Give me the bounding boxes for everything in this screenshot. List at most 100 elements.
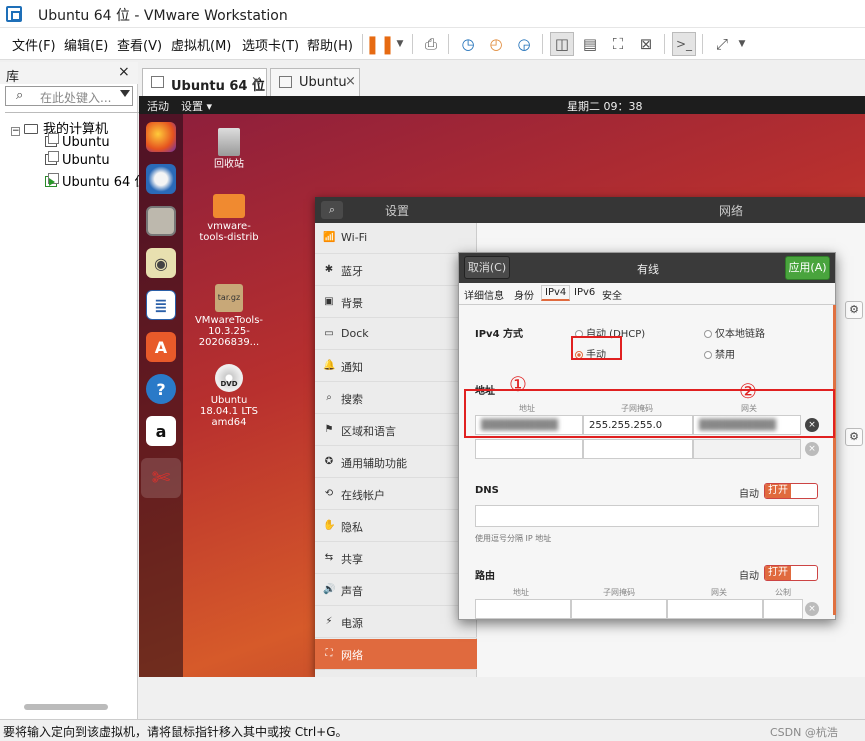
sidebar-item-share[interactable]: ⇆ 共享 [315,543,477,574]
sidebar-item-label: 通用辅助功能 [341,457,407,470]
power-icon: ⚡ [325,616,333,627]
sidebar-item-sound[interactable]: 🔊 声音 [315,575,477,606]
fullscreen-icon[interactable]: ⛶ [606,32,630,56]
vm-tab-icon [279,76,292,88]
close-icon[interactable]: × [345,74,356,89]
radio-link-local[interactable]: 仅本地链路 [704,325,765,340]
sidebar-item-bluetooth[interactable]: ✱ 蓝牙 [315,255,477,286]
thunderbird-icon[interactable] [146,164,176,194]
wifi-icon: 📶 [323,232,336,243]
sidebar-item-background[interactable]: ▣ 背景 [315,287,477,318]
gear-icon[interactable]: ⚙ [845,428,863,446]
gear-icon[interactable]: ⚙ [845,301,863,319]
revert-snapshot-icon[interactable]: ◴ [484,32,508,56]
library-view-icon[interactable]: ◫ [550,32,574,56]
route-netmask-input[interactable] [571,599,667,619]
cancel-button[interactable]: 取消(C) [464,256,510,279]
tab-identity[interactable]: 身份 [514,287,534,302]
sidebar-item-privacy[interactable]: ✋ 隐私 [315,511,477,542]
apply-button[interactable]: 应用(A) [785,256,830,280]
dns-input[interactable] [475,505,819,527]
dns-auto-toggle[interactable]: 打开 [764,483,818,499]
trash-icon [218,128,240,156]
tree-item-vm[interactable]: Ubuntu [45,151,110,168]
menu-view[interactable]: 查看(V) [117,35,162,54]
bluetooth-icon: ✱ [324,264,334,275]
desktop-dvd[interactable]: DVD Ubuntu 18.04.1 LTS amd64 [194,364,264,428]
tab-details[interactable]: 详细信息 [464,287,504,302]
horizontal-scrollbar[interactable] [24,704,108,710]
ipv4-body: IPv4 方式 自动 (DHCP) 仅本地链路 手动 禁用 地址 地址 子网掩码… [459,305,835,619]
menu-edit[interactable]: 编辑(E) [64,35,108,54]
clear-row-icon[interactable]: × [805,442,819,456]
settings-app-menu[interactable]: 设置 ▾ [181,98,212,114]
chevron-down-icon[interactable]: ▼ [388,32,412,56]
tree-item-vm-selected[interactable]: Ubuntu 64 位 [45,171,147,190]
radio-disable[interactable]: 禁用 [704,346,735,361]
sidebar-item-search[interactable]: ⌕ 搜索 [315,383,477,414]
annotation-two: ② [739,379,757,403]
console-icon[interactable]: >_ [672,32,696,56]
menu-vm[interactable]: 虚拟机(M) [171,35,231,54]
desktop-folder[interactable]: vmware-tools-distrib [194,194,264,243]
address-input-empty[interactable] [475,439,583,459]
sidebar-item-label: 电源 [341,617,363,630]
libreoffice-writer-icon[interactable]: ≣ [146,290,176,320]
sidebar-item-bell[interactable]: 🔔 通知 [315,351,477,382]
menu-file[interactable]: 文件(F) [12,35,56,54]
chevron-down-icon[interactable]: ▼ [730,32,754,56]
gateway-input-empty[interactable] [693,439,801,459]
title-bar: Ubuntu 64 位 - VMware Workstation [0,0,865,28]
tab-ubuntu-64[interactable]: Ubuntu 64 位 × [142,68,267,96]
search-icon: ⌕ [16,88,24,103]
activities-button[interactable]: 活动 [147,98,169,114]
desktop-trash[interactable]: 回收站 [194,128,264,170]
collapse-icon[interactable]: − [11,127,20,136]
snapshot-icon[interactable]: ◷ [456,32,480,56]
tab-security[interactable]: 安全 [602,287,622,302]
files-icon[interactable] [146,206,176,236]
route-metric-input[interactable] [763,599,803,619]
unity-icon[interactable]: ⊠ [634,32,658,56]
chevron-down-icon[interactable] [120,90,130,97]
clear-row-icon[interactable]: × [805,602,819,616]
dns-hint: 使用逗号分隔 IP 地址 [475,534,552,543]
tree-item-vm[interactable]: Ubuntu [45,133,110,150]
route-address-input[interactable] [475,599,571,619]
tab-ipv6[interactable]: IPv6 [574,287,595,298]
thumbnail-view-icon[interactable]: ▤ [578,32,602,56]
sidebar-item-wifi[interactable]: 📶 Wi-Fi [315,223,477,254]
netmask-input-empty[interactable] [583,439,693,459]
library-search-input[interactable]: ⌕ 在此处键入... [5,86,133,106]
close-icon[interactable]: × [251,74,262,89]
desktop-archive[interactable]: tar.gz VMwareTools-10.3.25-20206839... [194,284,264,348]
sidebar-item-label: Dock [341,327,369,340]
menu-tabs[interactable]: 选项卡(T) [242,35,299,54]
sidebar-item-power[interactable]: ⚡ 电源 [315,607,477,638]
search-icon[interactable]: ⌕ [321,201,343,219]
bell-icon: 🔔 [323,360,336,371]
snapshot-manager-icon[interactable]: ◶ [512,32,536,56]
close-icon[interactable]: × [118,64,130,80]
send-ctrl-alt-del-icon[interactable]: ⎙ [419,32,443,56]
dialog-scrollbar[interactable] [833,305,836,615]
route-gateway-input[interactable] [667,599,763,619]
clock[interactable]: 星期二 09：38 [567,98,643,114]
tab-ipv4[interactable]: IPv4 [541,285,571,301]
rhythmbox-icon[interactable]: ◉ [146,248,176,278]
sidebar-item-accessibility[interactable]: ✪ 通用辅助功能 [315,447,477,478]
sidebar-item-globe[interactable]: ⚑ 区域和语言 [315,415,477,446]
sidebar-item-network[interactable]: ⛶ 网络 [315,639,477,670]
firefox-icon[interactable] [146,122,176,152]
menu-help[interactable]: 帮助(H) [307,35,353,54]
help-icon[interactable]: ? [146,374,176,404]
settings-icon[interactable]: ✄ [141,458,181,498]
sidebar-item-online-accounts[interactable]: ⟲ 在线帐户 [315,479,477,510]
routes-auto-toggle[interactable]: 打开 [764,565,818,581]
tab-ubuntu[interactable]: Ubuntu × [270,68,360,96]
amazon-icon[interactable]: a [146,416,176,446]
sidebar-item-dock[interactable]: ▭ Dock [315,319,477,350]
dns-auto-label: 自动 [739,489,759,500]
software-center-icon[interactable]: A [146,332,176,362]
menu-bar: 文件(F) 编辑(E) 查看(V) 虚拟机(M) 选项卡(T) 帮助(H) ❚❚… [0,28,865,60]
